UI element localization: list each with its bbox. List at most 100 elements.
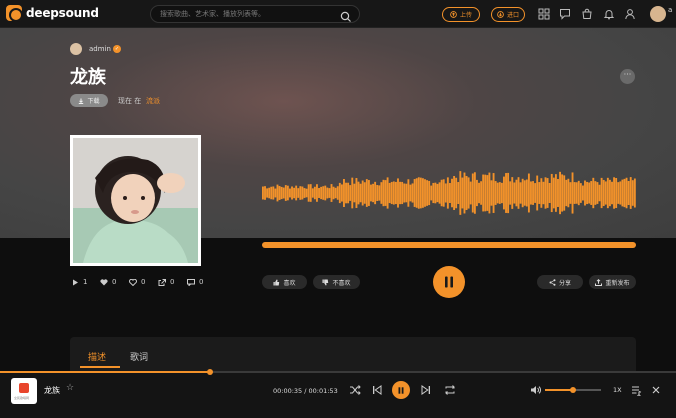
waveform-bar xyxy=(268,187,271,199)
user-name[interactable]: a xyxy=(668,6,672,14)
waveform-bar xyxy=(571,172,574,214)
avatar[interactable] xyxy=(650,6,666,22)
player-cover[interactable]: 全民歌唱网 xyxy=(11,378,37,404)
waveform-bar xyxy=(463,172,466,214)
waveform-bar xyxy=(577,180,580,206)
waveform-bar xyxy=(390,181,393,205)
player-play-pause-button[interactable] xyxy=(392,381,410,399)
waveform-bar xyxy=(274,188,277,198)
repost-icon xyxy=(595,278,603,286)
player-cover-caption: 全民歌唱网 xyxy=(14,396,30,400)
upload-button[interactable]: 上传 xyxy=(442,7,480,22)
store-icon[interactable] xyxy=(581,8,593,20)
waveform-bar xyxy=(598,184,601,202)
logo-text: deepsound xyxy=(26,6,99,20)
waveform-bar xyxy=(428,180,431,206)
waveform-bar xyxy=(438,182,441,204)
waveform-bar xyxy=(284,185,287,201)
waveform-bar xyxy=(569,182,572,204)
waveform-bar xyxy=(303,188,306,198)
tab-lyrics[interactable]: 歌词 xyxy=(130,350,148,363)
queue-icon[interactable] xyxy=(631,384,642,396)
shuffle-icon[interactable] xyxy=(349,384,361,396)
seek-handle[interactable] xyxy=(206,369,213,375)
volume-icon[interactable] xyxy=(530,384,542,396)
waveform-bar xyxy=(492,173,495,213)
waveform-bar xyxy=(511,177,514,209)
volume-slider-fill xyxy=(545,389,573,391)
search-box[interactable]: 搜索歌曲、艺术家、播放列表等。 xyxy=(150,5,360,23)
waveform-bar xyxy=(517,177,520,209)
close-icon[interactable] xyxy=(651,384,661,396)
dislike-button[interactable]: 不喜欢 xyxy=(313,275,360,289)
waveform-bar xyxy=(388,182,391,204)
dislike-icon xyxy=(129,278,137,286)
waveform-bar xyxy=(588,182,591,204)
waveform-bar xyxy=(561,174,564,212)
more-icon[interactable]: ··· xyxy=(620,69,635,84)
waveform-bar xyxy=(604,181,607,205)
waveform-bar xyxy=(359,183,362,203)
likes-count[interactable]: 0 xyxy=(100,278,116,286)
dislikes-count[interactable]: 0 xyxy=(129,278,145,286)
waveform-progress[interactable] xyxy=(262,242,636,248)
star-icon[interactable]: ☆ xyxy=(66,383,74,393)
waveform-bar xyxy=(621,179,624,207)
search-icon[interactable] xyxy=(340,8,352,27)
waveform-bar xyxy=(320,186,323,200)
waveform-bar xyxy=(523,180,526,206)
like-button[interactable]: 喜欢 xyxy=(262,275,307,289)
grid-icon[interactable] xyxy=(538,8,550,20)
repost-button[interactable]: 重新发布 xyxy=(589,275,636,289)
author-avatar[interactable] xyxy=(70,43,82,55)
bell-icon[interactable] xyxy=(603,8,615,20)
waveform-bar xyxy=(540,178,543,208)
download-button[interactable]: 下载 xyxy=(70,94,108,107)
waveform-bar xyxy=(627,181,630,205)
waveform-bar xyxy=(530,181,532,205)
comments-count[interactable]: 0 xyxy=(187,278,203,286)
waveform-bar xyxy=(328,188,331,198)
genre-link[interactable]: 流派 xyxy=(146,96,160,106)
waveform-bar xyxy=(515,179,518,207)
waveform-bar xyxy=(276,184,279,202)
waveform-bar xyxy=(505,173,507,213)
user-icon[interactable] xyxy=(624,8,636,20)
waveform-bar xyxy=(272,186,275,200)
waveform-bar xyxy=(403,183,406,203)
previous-icon[interactable] xyxy=(372,384,382,396)
playback-speed[interactable]: 1X xyxy=(613,386,622,394)
waveform-bar xyxy=(625,177,628,209)
repeat-icon[interactable] xyxy=(444,384,456,396)
play-pause-button[interactable] xyxy=(433,266,465,298)
dislikes-value: 0 xyxy=(141,278,146,286)
tab-description[interactable]: 描述 xyxy=(88,350,106,363)
waveform-bar xyxy=(349,185,352,201)
author-name[interactable]: admin xyxy=(89,45,111,53)
logo[interactable]: deepsound xyxy=(6,5,99,22)
waveform-bar xyxy=(392,181,395,205)
shares-count[interactable]: 0 xyxy=(158,278,174,286)
waveform-bar xyxy=(469,181,472,205)
waveform-bar xyxy=(615,178,618,208)
waveform-bar xyxy=(482,174,485,212)
waveform-bar xyxy=(488,172,491,214)
waveform-bar xyxy=(550,173,553,213)
waveform-bar xyxy=(419,177,422,209)
chat-icon[interactable] xyxy=(559,8,571,20)
next-icon[interactable] xyxy=(421,384,431,396)
plays-value: 1 xyxy=(83,278,88,286)
like-label: 喜欢 xyxy=(283,279,296,287)
waveform-bar xyxy=(332,186,335,200)
waveform-bar xyxy=(424,179,426,207)
waveform-bar xyxy=(353,183,356,203)
share-button[interactable]: 分享 xyxy=(537,275,583,289)
cover-art xyxy=(70,135,201,266)
waveform-bar xyxy=(457,182,460,204)
waveform[interactable] xyxy=(262,155,636,235)
waveform-bar xyxy=(363,182,366,204)
import-button[interactable]: 进口 xyxy=(491,7,525,22)
volume-handle[interactable] xyxy=(570,387,576,393)
waveform-bar xyxy=(336,186,339,200)
waveform-bar xyxy=(548,183,551,203)
